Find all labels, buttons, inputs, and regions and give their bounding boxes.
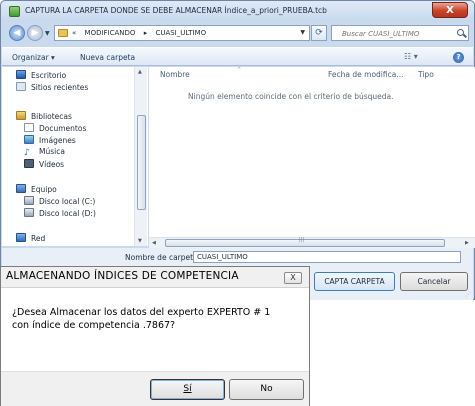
yes-button-label: Sí [183, 384, 192, 394]
folder-name-input[interactable] [193, 251, 461, 263]
nav-item-label: Escritorio [31, 71, 67, 80]
drive-icon [24, 208, 34, 217]
scrollbar-thumb[interactable]: ||| [165, 237, 445, 247]
nav-item-label: Música [39, 147, 65, 156]
refresh-button[interactable]: ⟳ [311, 25, 327, 41]
cancel-button[interactable]: Cancelar [400, 272, 468, 291]
nav-item-sitios-recientes[interactable]: Sitios recientes [16, 82, 88, 94]
help-icon[interactable]: ? [453, 52, 464, 63]
scroll-down-icon[interactable]: ▼ [138, 238, 142, 244]
nav-item-videos[interactable]: Vídeos [24, 159, 64, 171]
column-header-date[interactable]: Fecha de modifica... [328, 70, 403, 79]
nav-item-label: Equipo [31, 185, 57, 194]
nav-item-equipo[interactable]: Equipo [16, 184, 57, 196]
select-folder-button[interactable]: CAPTA CARPETA [314, 272, 395, 291]
message-box: ALMACENANDO ÍNDICES DE COMPETENCIA X ¿De… [0, 266, 310, 406]
pictures-icon [24, 135, 34, 144]
nav-item-red[interactable]: Red [16, 233, 45, 245]
message-text-line2: con índice de competencia .7867? [12, 320, 176, 331]
drive-icon [24, 196, 34, 205]
forward-button[interactable]: ▶ [27, 25, 43, 41]
libraries-icon [16, 111, 26, 120]
nav-item-disco-d[interactable]: Disco local (D:) [24, 208, 96, 220]
nav-item-label: Documentos [39, 124, 87, 133]
nav-item-documentos[interactable]: Documentos [24, 123, 86, 135]
column-header-name[interactable]: Nombre [160, 70, 190, 79]
breadcrumb-segment[interactable]: CUASI_ULTIMO [155, 29, 206, 37]
nav-scrollbar[interactable]: ▲ ▼ [134, 67, 147, 246]
nav-item-label: Bibliotecas [31, 112, 72, 121]
breadcrumb-separator[interactable]: ▸ [144, 29, 148, 37]
recent-places-icon [16, 82, 26, 91]
navigation-pane: Escritorio Sitios recientes Bibliotecas … [2, 67, 148, 246]
documents-icon [24, 123, 34, 132]
scrollbar-thumb[interactable] [137, 115, 146, 210]
nav-item-label: Imágenes [39, 136, 76, 145]
new-folder-button[interactable]: Nueva carpeta [80, 53, 135, 62]
folder-icon [58, 29, 68, 37]
nav-item-musica[interactable]: ♪ Música [24, 147, 65, 159]
nav-item-bibliotecas[interactable]: Bibliotecas [16, 111, 72, 123]
message-box-close-button[interactable]: X [284, 272, 302, 284]
search-input[interactable] [332, 26, 450, 40]
message-box-titlebar[interactable]: ALMACENANDO ÍNDICES DE COMPETENCIA X [1, 267, 309, 288]
nav-item-label: Sitios recientes [31, 83, 89, 92]
desktop-icon [16, 70, 26, 79]
address-box[interactable]: « MODIFICANDO ▸ CUASI_ULTIMO ▼ [54, 25, 310, 41]
folder-name-label: Nombre de carpeta: [125, 253, 201, 262]
horizontal-scrollbar[interactable]: ◀ ||| ▶ [149, 237, 475, 248]
empty-message: Ningún elemento coincide con el criterio… [188, 92, 394, 101]
breadcrumb-segment[interactable]: MODIFICANDO [85, 29, 136, 37]
command-toolbar: Organizar ▾ Nueva carpeta ☷ ▾ ? [2, 47, 473, 66]
file-list: Nombre ^ Fecha de modifica... Tipo Ningú… [149, 67, 475, 237]
videos-icon [24, 159, 34, 168]
grip-icon: ||| [299, 237, 305, 243]
network-icon [16, 233, 26, 242]
scroll-up-icon[interactable]: ▲ [138, 69, 142, 75]
app-icon [9, 6, 20, 17]
column-header-type[interactable]: Tipo [418, 70, 434, 79]
resize-grip-icon[interactable]: ⋰ [465, 291, 471, 298]
nav-item-label: Vídeos [39, 160, 65, 169]
recent-pages-dropdown-icon[interactable]: ▼ [45, 30, 50, 37]
folder-dialog: CAPTURA LA CARPETA DONDE SE DEBE ALMACEN… [0, 0, 475, 300]
nav-item-label: Disco local (D:) [39, 209, 96, 218]
back-button[interactable]: ◀ [9, 25, 25, 41]
dialog-titlebar[interactable]: CAPTURA LA CARPETA DONDE SE DEBE ALMACEN… [1, 1, 474, 22]
music-icon: ♪ [24, 148, 30, 158]
message-box-title: ALMACENANDO ÍNDICES DE COMPETENCIA [6, 270, 239, 282]
no-button[interactable]: No [229, 379, 304, 400]
computer-icon [16, 184, 26, 193]
sort-up-icon: ^ [237, 67, 242, 73]
close-button[interactable]: X [432, 2, 468, 18]
breadcrumb: « MODIFICANDO ▸ CUASI_ULTIMO [72, 29, 212, 37]
breadcrumb-overflow[interactable]: « [72, 29, 76, 37]
nav-item-escritorio[interactable]: Escritorio [16, 70, 66, 82]
address-bar: ◀ ▶ ▼ « MODIFICANDO ▸ CUASI_ULTIMO ▼ ⟳ [1, 22, 474, 44]
scroll-left-icon[interactable]: ◀ [152, 240, 156, 246]
scroll-right-icon[interactable]: ▶ [465, 240, 469, 246]
nav-item-imagenes[interactable]: Imágenes [24, 135, 76, 147]
search-icon[interactable] [457, 29, 464, 36]
address-dropdown-icon[interactable]: ▼ [300, 29, 305, 36]
no-button-label: No [260, 384, 273, 394]
organize-button[interactable]: Organizar ▾ [12, 53, 55, 62]
nav-item-label: Disco local (C:) [39, 197, 96, 206]
message-box-footer: Sí No [1, 371, 309, 406]
message-text-line1: ¿Desea Almacenar los datos del experto E… [12, 307, 271, 318]
nav-item-label: Red [31, 234, 46, 243]
dialog-title: CAPTURA LA CARPETA DONDE SE DEBE ALMACEN… [25, 6, 327, 15]
nav-item-disco-c[interactable]: Disco local (C:) [24, 196, 95, 208]
search-box [331, 25, 469, 41]
yes-button[interactable]: Sí [150, 379, 225, 400]
views-button[interactable]: ☷ ▾ [404, 52, 422, 63]
